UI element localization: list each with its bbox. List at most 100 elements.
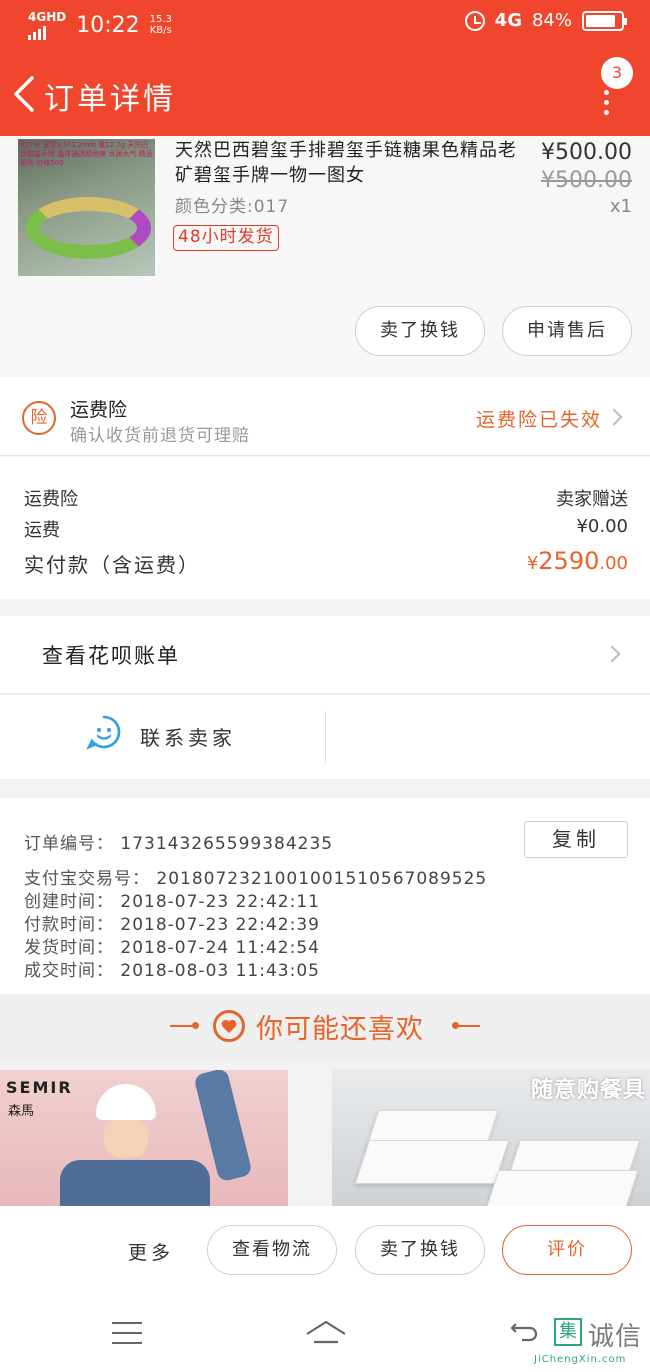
net-speed-unit: KB/s	[149, 25, 172, 36]
shipping-tag: 48小时发货	[173, 225, 279, 251]
fee-summary: 运费险 卖家赠送 运费 ¥0.00 实付款（含运费） ¥2590.00	[0, 457, 650, 599]
original-price: ¥500.00	[541, 168, 632, 193]
status-bar: 4GHD 10:22 15.3 KB/s 4G 84%	[0, 0, 650, 50]
review-button[interactable]: 评价	[502, 1225, 632, 1275]
recommend-item-clothing[interactable]: SEMIR 森馬	[0, 1070, 288, 1206]
resell-button[interactable]: 卖了换钱	[355, 1225, 485, 1275]
shipped-time: 2018-07-24 11:42:54	[120, 938, 320, 958]
network-type: 4G	[494, 10, 522, 31]
watermark-url: JiChengXin.com	[534, 1354, 627, 1365]
bracelet-image	[26, 197, 151, 259]
watermark-text: 诚信	[588, 1322, 643, 1352]
battery-icon	[582, 10, 627, 31]
nav-bar: 订单详情 3	[0, 57, 650, 130]
insurance-subtitle: 确认收货前退货可理赔	[70, 426, 250, 446]
brand-logo: SEMIR	[6, 1078, 73, 1097]
shipped-time-label: 发货时间：	[24, 938, 114, 958]
cap-image	[96, 1084, 156, 1120]
order-number: 173143265599384235	[120, 834, 334, 854]
created-time: 2018-07-23 22:42:11	[120, 892, 320, 912]
created-time-label: 创建时间：	[24, 892, 114, 912]
more-button[interactable]: 更多	[128, 1238, 174, 1265]
order-number-label: 订单编号：	[24, 834, 114, 854]
copy-button[interactable]: 复制	[524, 821, 628, 858]
recommend-title: 你可能还喜欢	[256, 1014, 424, 1045]
total-paid-decimal: .00	[599, 553, 628, 574]
order-info: 订单编号： 173143265599384235 复制 支付宝交易号： 2018…	[0, 798, 650, 994]
net-speed: 15.3 KB/s	[150, 14, 172, 36]
message-count-badge[interactable]: 3	[601, 57, 633, 89]
plate-image	[354, 1140, 510, 1184]
divider	[170, 1025, 192, 1027]
total-paid-integer: 2590	[538, 547, 600, 575]
total-paid-currency: ¥	[526, 553, 539, 574]
shipping-fee-label: 运费	[24, 520, 60, 541]
watermark: 集 诚信 JiChengXin.com	[532, 1314, 648, 1372]
menu-icon[interactable]	[112, 1322, 142, 1344]
battery-percent: 84%	[531, 10, 572, 31]
bottom-action-bar: 更多 查看物流 卖了换钱 评价	[0, 1206, 650, 1294]
created-time-row: 创建时间： 2018-07-23 22:42:11	[24, 887, 320, 912]
product-spec: 颜色分类:017	[175, 197, 290, 217]
system-nav-bar: 集 诚信 JiChengXin.com	[0, 1294, 650, 1372]
app-header: 4GHD 10:22 15.3 KB/s 4G 84% 订单详情 3	[0, 0, 650, 136]
signal-icon	[28, 24, 66, 40]
completed-time-label: 成交时间：	[24, 961, 114, 981]
network-label: 4GHD	[28, 10, 67, 24]
order-number-row: 订单编号： 173143265599384235	[24, 829, 333, 854]
shipped-time-row: 发货时间： 2018-07-24 11:42:54	[24, 933, 320, 958]
chevron-right-icon	[605, 408, 623, 426]
product-quantity: x1	[609, 196, 632, 217]
paid-time: 2018-07-23 22:42:39	[120, 915, 320, 935]
insurance-title: 运费险	[70, 399, 128, 421]
product-thumbnail[interactable]: 017号 宽厚9.5*3.2mm 重12.7g 天然巴西碧玺手牌 晶体通透颜色美…	[18, 139, 155, 276]
insurance-icon: 险	[22, 401, 56, 435]
contact-seller-row: 联系卖家	[0, 695, 650, 779]
product-price: ¥500.00	[541, 140, 632, 165]
resell-button[interactable]: 卖了换钱	[355, 306, 485, 356]
chat-bubble-icon[interactable]	[86, 714, 122, 750]
thumbnail-caption: 017号 宽厚9.5*3.2mm 重12.7g 天然巴西碧玺手牌 晶体通透颜色美…	[20, 141, 153, 167]
chevron-right-icon	[603, 645, 621, 663]
alipay-number-label: 支付宝交易号：	[24, 869, 150, 889]
insurance-fee-value: 卖家赠送	[556, 489, 628, 510]
divider	[325, 711, 326, 763]
divider	[458, 1025, 480, 1027]
plate-image	[485, 1170, 639, 1206]
total-paid-label: 实付款（含运费）	[24, 553, 200, 577]
alarm-icon	[464, 10, 485, 31]
completed-time: 2018-08-03 11:43:05	[120, 961, 320, 981]
network-indicator: 4GHD	[28, 10, 66, 40]
model-image	[104, 1118, 148, 1158]
total-paid-amount: ¥2590.00	[527, 547, 628, 575]
decor-dot	[192, 1022, 199, 1029]
after-sale-button[interactable]: 申请售后	[502, 306, 632, 356]
model-image	[60, 1160, 210, 1206]
completed-time-row: 成交时间： 2018-08-03 11:43:05	[24, 956, 320, 981]
product-card[interactable]: 017号 宽厚9.5*3.2mm 重12.7g 天然巴西碧玺手牌 晶体通透颜色美…	[0, 136, 650, 376]
paid-time-row: 付款时间： 2018-07-23 22:42:39	[24, 910, 320, 935]
back-arrow-icon[interactable]	[8, 74, 42, 114]
watermark-box: 集	[554, 1318, 582, 1346]
page-title: 订单详情	[44, 82, 176, 117]
insurance-fee-label: 运费险	[24, 489, 78, 510]
product-title[interactable]: 天然巴西碧玺手排碧玺手链糖果色精品老矿碧玺手牌一物一图女	[175, 138, 525, 188]
paid-time-label: 付款时间：	[24, 915, 114, 935]
alipay-number: 2018072321001001510567089525	[156, 869, 488, 889]
view-logistics-button[interactable]: 查看物流	[207, 1225, 337, 1275]
tableware-caption: 随意购餐具	[530, 1078, 646, 1103]
alipay-number-row: 支付宝交易号： 2018072321001001510567089525	[24, 864, 487, 889]
shipping-fee-value: ¥0.00	[576, 516, 628, 537]
shipping-insurance-row[interactable]: 险 运费险 确认收货前退货可理赔 运费险已失效	[0, 377, 650, 456]
contact-seller-button[interactable]: 联系卖家	[140, 722, 236, 751]
net-speed-value: 15.3	[149, 14, 172, 25]
recommend-header: 你可能还喜欢	[0, 995, 650, 1059]
clock: 10:22	[76, 12, 140, 38]
recommend-item-tableware[interactable]: 随意购餐具	[332, 1070, 650, 1206]
heart-icon	[213, 1010, 245, 1042]
home-icon[interactable]	[304, 1318, 348, 1346]
huabei-bill-label: 查看花呗账单	[42, 644, 180, 668]
more-menu-icon[interactable]	[604, 90, 610, 115]
huabei-bill-row[interactable]: 查看花呗账单	[0, 616, 650, 694]
insurance-status[interactable]: 运费险已失效	[476, 405, 602, 432]
